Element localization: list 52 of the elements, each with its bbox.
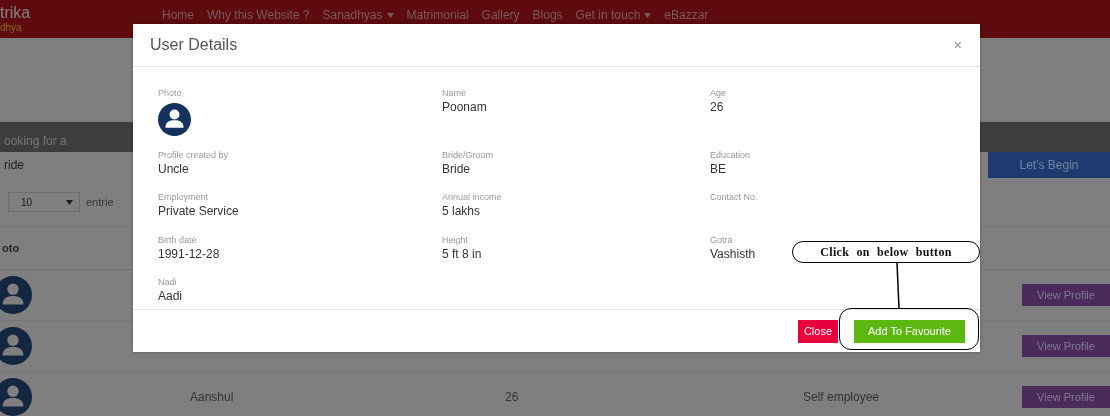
table-cell: Aanshul <box>190 390 234 404</box>
search-label: ooking for a <box>3 133 67 150</box>
nav-link[interactable]: Blogs <box>532 9 563 22</box>
close-button[interactable]: Close <box>797 319 839 343</box>
entries-select[interactable]: 10 <box>8 192 80 212</box>
field-label: Photo <box>158 87 182 99</box>
field-value: Bride <box>442 160 470 177</box>
field-label: Height <box>442 233 468 246</box>
nav-link[interactable]: Get in touch <box>575 9 652 22</box>
table-cell: 26 <box>505 390 519 404</box>
field-label: Employment <box>158 191 209 204</box>
close-button[interactable]: × <box>953 37 962 53</box>
nav-link[interactable]: Gallery <box>481 9 520 22</box>
field-value: 5 lakhs <box>442 203 481 220</box>
view-profile-button[interactable]: View Profile <box>1022 386 1110 408</box>
field-label: Profile created by <box>158 148 229 161</box>
field-value: Vashisth <box>710 245 756 262</box>
field-label: Nadi <box>158 276 177 289</box>
callout-text: Click on below button <box>820 244 952 260</box>
entries-label: entrie <box>86 196 114 208</box>
field-value: Uncle <box>158 160 189 177</box>
table-cell: Self employee <box>803 390 880 404</box>
brand-name: trika <box>0 4 32 22</box>
caret-icon <box>66 199 73 205</box>
field-value: 5 ft 8 in <box>442 245 482 262</box>
field-label: Birth date <box>158 233 197 246</box>
avatar-icon <box>158 103 191 136</box>
field-label: Age <box>710 87 726 99</box>
nav-link[interactable]: Matrimonial <box>406 9 469 22</box>
favourite-button[interactable]: Add To Favourite <box>854 319 965 343</box>
field-label: Education <box>710 148 751 161</box>
column-header: oto <box>1 242 20 254</box>
field-label: Name <box>442 87 466 99</box>
field-label: Gotra <box>710 233 733 246</box>
field-value: BE <box>710 160 726 177</box>
field-label: Annual income <box>442 191 502 204</box>
nav-link[interactable]: Why this Website ? <box>207 9 310 22</box>
field-label: Bride/Groom <box>442 148 494 161</box>
nav-link[interactable]: Sanadhyas <box>322 9 394 22</box>
field-value: 26 <box>710 99 724 115</box>
nav-link[interactable]: Home <box>162 9 194 22</box>
view-profile-button[interactable]: View Profile <box>1022 335 1110 357</box>
field-value: 1991-12-28 <box>158 245 220 262</box>
field-value: Private Service <box>158 203 239 220</box>
begin-button[interactable]: Let's Begin <box>988 152 1110 178</box>
dialog-title: User Details <box>150 36 238 54</box>
field-value: Aadi <box>158 288 183 305</box>
brand-tagline: dhya <box>0 22 23 34</box>
field-value: Poonam <box>442 99 487 115</box>
nav-link[interactable]: eBazzar <box>664 9 709 22</box>
field-label: Contact No. <box>710 191 758 204</box>
view-profile-button[interactable]: View Profile <box>1022 284 1110 306</box>
